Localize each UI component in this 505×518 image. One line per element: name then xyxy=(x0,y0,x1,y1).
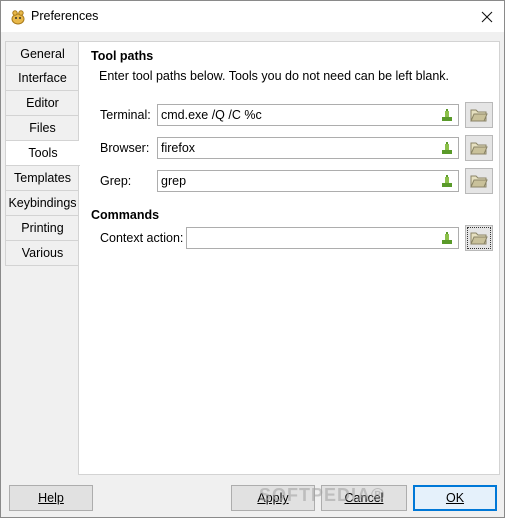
tab-tools[interactable]: Tools xyxy=(5,141,80,166)
browser-path-input[interactable]: firefox xyxy=(157,137,459,159)
grep-label: Grep: xyxy=(100,174,132,188)
tab-label: Templates xyxy=(14,171,71,185)
folder-open-icon xyxy=(470,109,488,122)
preferences-dialog: Preferences General Interface Editor Fil… xyxy=(0,0,505,518)
tab-label: Editor xyxy=(26,96,59,110)
help-button-label: Help xyxy=(38,491,64,505)
commands-heading: Commands xyxy=(91,208,160,222)
grep-path-input[interactable]: grep xyxy=(157,170,459,192)
terminal-path-value: cmd.exe /Q /C %c xyxy=(161,108,262,122)
context-action-input[interactable] xyxy=(186,227,459,249)
cancel-button-label: Cancel xyxy=(344,491,384,505)
context-action-label: Context action: xyxy=(100,231,184,245)
apply-button-label: Apply xyxy=(257,491,289,505)
geany-app-icon xyxy=(11,10,25,25)
apply-button[interactable]: Apply xyxy=(231,485,315,511)
terminal-browse-button[interactable] xyxy=(465,102,493,128)
tab-printing[interactable]: Printing xyxy=(5,216,79,241)
clear-field-icon[interactable] xyxy=(440,174,454,188)
tool-paths-description: Enter tool paths below. Tools you do not… xyxy=(99,69,450,83)
ok-button[interactable]: OK xyxy=(413,485,497,511)
clear-field-icon[interactable] xyxy=(440,231,454,245)
clear-field-icon[interactable] xyxy=(440,108,454,122)
tool-paths-heading: Tool paths xyxy=(91,49,154,63)
grep-path-value: grep xyxy=(161,174,187,188)
help-button[interactable]: Help xyxy=(9,485,93,511)
tools-panel: Tool paths Enter tool paths below. Tools… xyxy=(78,41,500,475)
terminal-label: Terminal: xyxy=(100,108,151,122)
browser-browse-button[interactable] xyxy=(465,135,493,161)
preferences-tab-list: General Interface Editor Files Tools Tem… xyxy=(5,41,80,266)
tab-templates[interactable]: Templates xyxy=(5,166,79,191)
browser-path-value: firefox xyxy=(161,141,196,155)
tab-various[interactable]: Various xyxy=(5,241,79,266)
context-action-browse-button[interactable] xyxy=(465,225,493,251)
window-title: Preferences xyxy=(31,9,99,23)
tab-label: Tools xyxy=(28,146,58,160)
tab-label: Printing xyxy=(21,221,64,235)
title-bar: Preferences xyxy=(1,1,504,32)
browser-label: Browser: xyxy=(100,141,150,155)
tab-general[interactable]: General xyxy=(5,41,79,66)
cancel-button[interactable]: Cancel xyxy=(321,485,407,511)
folder-open-icon xyxy=(470,142,488,155)
ok-button-label: OK xyxy=(445,491,465,505)
close-button[interactable] xyxy=(470,1,504,32)
close-icon xyxy=(481,11,493,22)
tab-interface[interactable]: Interface xyxy=(5,66,79,91)
tab-label: Various xyxy=(21,246,64,260)
grep-browse-button[interactable] xyxy=(465,168,493,194)
folder-open-icon xyxy=(470,175,488,188)
tab-label: Interface xyxy=(18,71,67,85)
tab-keybindings[interactable]: Keybindings xyxy=(5,191,79,216)
folder-open-icon xyxy=(470,232,488,245)
tab-label: Files xyxy=(29,121,56,135)
tab-editor[interactable]: Editor xyxy=(5,91,79,116)
tab-files[interactable]: Files xyxy=(5,116,79,141)
clear-field-icon[interactable] xyxy=(440,141,454,155)
tab-label: General xyxy=(20,46,65,61)
terminal-path-input[interactable]: cmd.exe /Q /C %c xyxy=(157,104,459,126)
tab-label: Keybindings xyxy=(8,196,77,210)
